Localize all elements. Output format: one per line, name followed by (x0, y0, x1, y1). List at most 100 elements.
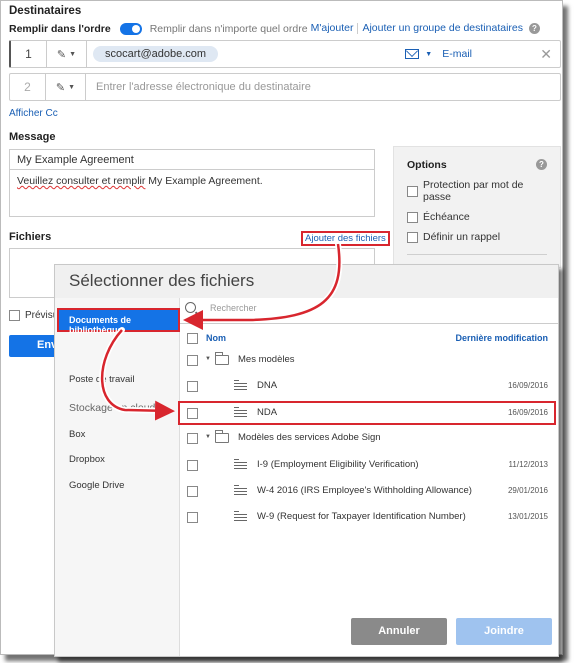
help-icon[interactable]: ? (536, 159, 547, 170)
role-selector[interactable]: ✎ ▼ (47, 41, 87, 67)
row-name: DNA (257, 380, 278, 391)
caret-down-icon: ▼ (68, 83, 76, 91)
checkbox[interactable] (407, 185, 418, 197)
option-reminder[interactable]: Définir un rappel (407, 231, 547, 243)
search-bar[interactable]: Rechercher (185, 302, 257, 313)
table-row[interactable]: ▼ Mes modèles (180, 349, 558, 371)
row-checkbox[interactable] (187, 381, 198, 392)
recipients-label: Destinataires (9, 5, 82, 17)
sidebar-item-box[interactable]: Box (69, 429, 85, 440)
row-checkbox[interactable] (187, 486, 198, 497)
message-body-underlined: Veuillez consulter et remplir (17, 175, 146, 187)
recipient-index: 2 (10, 74, 46, 100)
recipient-links: M'ajouter Ajouter un groupe de destinata… (311, 22, 540, 34)
divider (180, 323, 558, 324)
option-label: Protection par mot de passe (423, 179, 524, 203)
search-input[interactable]: Rechercher (210, 303, 257, 313)
table-row[interactable]: I-9 (Employment Eligibility Verification… (180, 454, 558, 476)
column-modified-header[interactable]: Dernière modification (455, 333, 548, 343)
auth-type-label: E-mail (442, 48, 472, 60)
row-checkbox[interactable] (187, 512, 198, 523)
row-checkbox[interactable] (187, 355, 198, 366)
recipient-row-1[interactable]: 1 ✎ ▼ scocart@adobe.com ▼ E-mail ✕ (9, 40, 561, 68)
document-icon (234, 485, 247, 496)
row-date: 13/01/2015 (507, 512, 548, 521)
any-order-label: Remplir dans n'importe quel ordre (149, 23, 308, 35)
files-label: Fichiers (9, 231, 52, 243)
column-name-header[interactable]: Nom (206, 333, 226, 343)
document-icon (234, 380, 247, 391)
caret-down-icon: ▼ (69, 50, 77, 58)
order-toggle[interactable] (119, 23, 142, 35)
option-password[interactable]: Protection par mot de passe (407, 179, 547, 203)
select-all-checkbox[interactable] (187, 333, 198, 344)
divider (357, 22, 359, 34)
row-name: I-9 (Employment Eligibility Verification… (257, 459, 419, 470)
recipient-email-chip[interactable]: scocart@adobe.com (93, 46, 219, 62)
message-body-rest: My Example Agreement. (145, 175, 263, 187)
recipient-row-2[interactable]: 2 ✎ ▼ Entrer l'adresse électronique du de… (9, 73, 561, 101)
auth-type-selector[interactable]: ▼ E-mail (405, 48, 472, 60)
nda-row-highlight (178, 401, 556, 425)
row-name: Mes modèles (238, 354, 295, 365)
pen-icon: ✎ (55, 81, 66, 94)
option-deadline[interactable]: Échéance (407, 211, 547, 223)
checkbox[interactable] (407, 231, 418, 243)
source-sidebar: Poste de travail Stockage en cloud Box D… (55, 298, 180, 656)
row-name: Modèles des services Adobe Sign (238, 432, 381, 443)
help-icon[interactable]: ? (529, 22, 540, 34)
close-icon[interactable]: ✕ (540, 46, 552, 63)
table-header: Nom Dernière modification (180, 329, 558, 347)
recipient-email-input[interactable]: Entrer l'adresse électronique du destina… (96, 81, 311, 93)
row-date: 16/09/2016 (507, 381, 548, 390)
expand-triangle-icon[interactable]: ▼ (205, 356, 211, 362)
envelope-icon (405, 49, 420, 59)
order-label: Remplir dans l'ordre (9, 23, 111, 35)
add-files-link[interactable]: Ajouter des fichiers (301, 231, 390, 246)
add-group-link[interactable]: Ajouter un groupe de destinataires (362, 22, 523, 34)
message-label: Message (9, 131, 56, 143)
search-icon (185, 302, 196, 313)
attach-button[interactable]: Joindre (456, 618, 552, 645)
caret-down-icon: ▼ (425, 50, 433, 58)
row-date: 29/01/2016 (507, 486, 548, 495)
row-checkbox[interactable] (187, 433, 198, 444)
table-row[interactable]: ▼ Modèles des services Adobe Sign (180, 427, 558, 449)
table-row[interactable]: W-4 2016 (IRS Employee's Withholding All… (180, 480, 558, 502)
select-files-dialog: Sélectionner des fichiers Poste de trava… (54, 264, 559, 657)
row-name: W-9 (Request for Taxpayer Identification… (257, 511, 466, 522)
message-body-input[interactable]: Veuillez consulter et remplir My Example… (9, 170, 375, 217)
table-row[interactable]: DNA 16/09/2016 (180, 375, 558, 397)
expand-triangle-icon[interactable]: ▼ (205, 434, 211, 440)
recipient-index: 1 (11, 41, 47, 67)
dialog-header: Sélectionner des fichiers (55, 265, 558, 298)
pen-icon: ✎ (56, 48, 67, 61)
document-icon (234, 511, 247, 522)
dialog-title: Sélectionner des fichiers (69, 271, 255, 290)
document-icon (234, 459, 247, 470)
options-panel: Options ? Protection par mot de passe Éc… (393, 146, 561, 268)
sidebar-item-workstation[interactable]: Poste de travail (69, 374, 134, 385)
row-date: 11/12/2013 (508, 460, 548, 469)
role-selector[interactable]: ✎ ▼ (46, 74, 86, 100)
sidebar-item-google-drive[interactable]: Google Drive (69, 480, 124, 491)
options-title-row: Options ? (407, 159, 547, 171)
cancel-button[interactable]: Annuler (351, 618, 447, 645)
options-title: Options (407, 159, 447, 171)
checkbox[interactable] (9, 310, 20, 321)
folder-icon (215, 430, 229, 443)
checkbox[interactable] (407, 211, 418, 223)
message-title-input[interactable]: My Example Agreement (9, 149, 375, 170)
sidebar-item-dropbox[interactable]: Dropbox (69, 454, 105, 465)
row-checkbox[interactable] (187, 460, 198, 471)
row-name: W-4 2016 (IRS Employee's Withholding All… (257, 485, 472, 496)
table-row[interactable]: W-9 (Request for Taxpayer Identification… (180, 506, 558, 528)
folder-icon (215, 352, 229, 365)
sidebar-item-library[interactable]: Documents de bibliothèque (57, 308, 180, 335)
cloud-section-title: Stockage en cloud (69, 402, 156, 414)
option-label: Échéance (423, 211, 470, 223)
signing-order-row: Remplir dans l'ordre Remplir dans n'impo… (9, 22, 308, 36)
add-me-link[interactable]: M'ajouter (311, 22, 354, 34)
show-cc-link[interactable]: Afficher Cc (9, 108, 58, 119)
divider (407, 254, 547, 255)
